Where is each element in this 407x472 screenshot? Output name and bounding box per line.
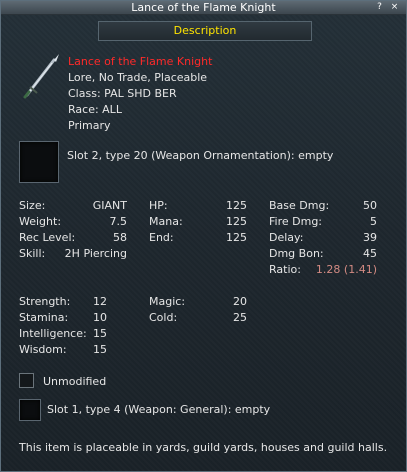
help-button[interactable]: ? <box>374 2 385 12</box>
ratio-value: 1.28 (1.41) <box>315 263 377 276</box>
description-label: Description <box>173 24 237 37</box>
lance-icon[interactable] <box>21 51 63 101</box>
aug-slot-1-text: Slot 1, type 4 (Weapon: General): empty <box>47 403 271 416</box>
mana-value: 125 <box>226 215 247 228</box>
magic-value: 20 <box>233 295 247 308</box>
item-flags: Lore, No Trade, Placeable <box>68 71 208 84</box>
unmodified-checkbox[interactable] <box>19 373 34 388</box>
item-race: Race: ALL <box>68 103 122 116</box>
rec-level-value: 58 <box>113 231 127 244</box>
skill-label: Skill: <box>19 247 46 260</box>
dmg-bon-label: Dmg Bon: <box>269 247 324 260</box>
intelligence-value: 15 <box>93 327 107 340</box>
item-inspect-window: Lance of the Flame Knight ? × Descriptio… <box>0 0 407 472</box>
intelligence-label: Intelligence: <box>19 327 87 340</box>
size-value: GIANT <box>92 199 127 212</box>
dmg-bon-value: 45 <box>363 247 377 260</box>
unmodified-label: Unmodified <box>43 375 107 388</box>
aug-slot-2-box[interactable] <box>19 141 59 183</box>
magic-label: Magic: <box>149 295 186 308</box>
cold-value: 25 <box>233 311 247 324</box>
window-title: Lance of the Flame Knight <box>131 1 276 14</box>
ratio-label: Ratio: <box>269 263 301 276</box>
fire-dmg-value: 5 <box>370 215 377 228</box>
aug-slot-2-text: Slot 2, type 20 (Weapon Ornamentation): … <box>67 149 334 162</box>
strength-label: Strength: <box>19 295 71 308</box>
hp-label: HP: <box>149 199 168 212</box>
stamina-label: Stamina: <box>19 311 69 324</box>
weight-value: 7.5 <box>109 215 128 228</box>
skill-value: 2H Piercing <box>64 247 127 260</box>
size-label: Size: <box>19 199 46 212</box>
fire-dmg-label: Fire Dmg: <box>269 215 323 228</box>
item-info: Lance of the Flame Knight Lore, No Trade… <box>68 54 212 134</box>
wisdom-value: 15 <box>93 343 107 356</box>
placeable-note: This item is placeable in yards, guild y… <box>19 441 388 454</box>
weight-label: Weight: <box>19 215 62 228</box>
mana-label: Mana: <box>149 215 183 228</box>
delay-label: Delay: <box>269 231 304 244</box>
base-dmg-value: 50 <box>363 199 377 212</box>
close-button[interactable]: × <box>389 2 400 12</box>
wisdom-label: Wisdom: <box>19 343 67 356</box>
rec-level-label: Rec Level: <box>19 231 76 244</box>
hp-value: 125 <box>226 199 247 212</box>
title-bar[interactable]: Lance of the Flame Knight ? × <box>1 1 406 15</box>
item-class: Class: PAL SHD BER <box>68 87 177 100</box>
delay-value: 39 <box>363 231 377 244</box>
base-dmg-label: Base Dmg: <box>269 199 330 212</box>
stamina-value: 10 <box>93 311 107 324</box>
description-header: Description <box>98 21 312 41</box>
end-value: 125 <box>226 231 247 244</box>
aug-slot-1-box[interactable] <box>19 399 41 421</box>
strength-value: 12 <box>93 295 107 308</box>
cold-label: Cold: <box>149 311 178 324</box>
end-label: End: <box>149 231 174 244</box>
item-name: Lance of the Flame Knight <box>68 55 213 68</box>
item-slot: Primary <box>68 119 111 132</box>
